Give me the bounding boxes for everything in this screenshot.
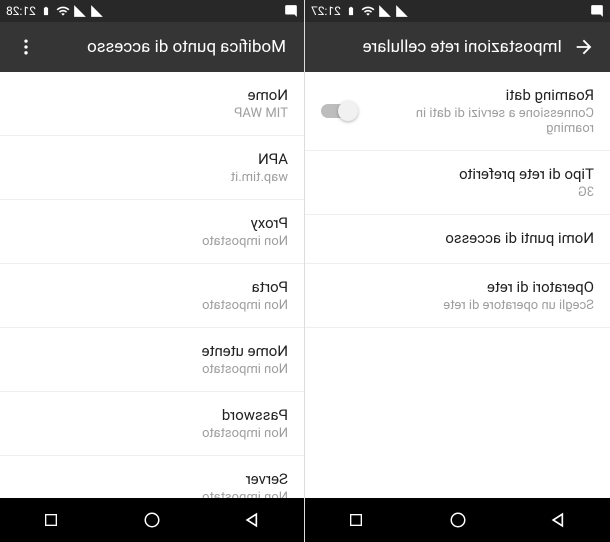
menu-button[interactable] (4, 25, 48, 69)
battery-icon (344, 4, 358, 18)
back-button[interactable] (562, 25, 606, 69)
row-sub: Non impostato (16, 490, 288, 498)
nav-back[interactable] (529, 498, 589, 542)
screen-network-settings: 21:27 Impostazioni rete cellulare Roamin… (305, 0, 610, 542)
roaming-toggle[interactable] (321, 104, 355, 118)
row-label: Nome utente (16, 342, 288, 360)
row-label: APN (16, 150, 288, 168)
row-password[interactable]: Password Non impostato (0, 392, 304, 456)
row-label: Server (16, 470, 288, 488)
nav-recent[interactable] (21, 498, 81, 542)
status-bar: 21:28 (0, 0, 304, 22)
header-title: Modifica punto di accesso (48, 37, 300, 57)
row-sub: Scegli un operatore di rete (321, 298, 594, 313)
row-sub: Non impostato (16, 426, 288, 441)
row-label: Operatori di rete (321, 278, 594, 296)
nav-home[interactable] (122, 498, 182, 542)
header: Impostazioni rete cellulare (305, 22, 610, 72)
wifi-icon (361, 4, 375, 18)
settings-list: Roaming dati Connessione a servizi di da… (305, 72, 610, 498)
battery-icon (39, 4, 53, 18)
row-name[interactable]: Nome TIM WAP (0, 72, 304, 136)
msg-icon (284, 4, 298, 18)
signal-icon-2 (378, 4, 392, 18)
row-operators[interactable]: Operatori di rete Scegli un operatore di… (305, 264, 610, 328)
status-bar: 21:27 (305, 0, 610, 22)
row-label: Nome (16, 86, 288, 104)
row-sub: Connessione a servizi di dati in roaming (367, 106, 594, 136)
status-time: 21:27 (311, 4, 341, 18)
row-label: Porta (16, 278, 288, 296)
header-title: Impostazioni rete cellulare (309, 37, 562, 57)
nav-bar (0, 498, 304, 542)
nav-recent[interactable] (326, 498, 386, 542)
row-label: Roaming dati (367, 86, 594, 104)
row-apn[interactable]: APN wap.tim.it (0, 136, 304, 200)
row-sub: 3G (321, 185, 594, 200)
signal-icon (90, 4, 104, 18)
row-sub: wap.tim.it (16, 170, 288, 185)
row-proxy[interactable]: Proxy Non impostato (0, 200, 304, 264)
nav-bar (305, 498, 610, 542)
row-label: Proxy (16, 214, 288, 232)
nav-back[interactable] (223, 498, 283, 542)
row-label: Nomi punti di accesso (321, 229, 594, 247)
signal-icon (395, 4, 409, 18)
row-network-type[interactable]: Tipo di rete preferito 3G (305, 151, 610, 215)
header: Modifica punto di accesso (0, 22, 304, 72)
row-roaming[interactable]: Roaming dati Connessione a servizi di da… (305, 72, 610, 151)
row-apn[interactable]: Nomi punti di accesso (305, 215, 610, 264)
row-username[interactable]: Nome utente Non impostato (0, 328, 304, 392)
row-label: Password (16, 406, 288, 424)
row-sub: Non impostato (16, 234, 288, 249)
row-server[interactable]: Server Non impostato (0, 456, 304, 498)
apn-list: Nome TIM WAP APN wap.tim.it Proxy Non im… (0, 72, 304, 498)
row-sub: TIM WAP (16, 106, 288, 121)
screen-apn-edit: 21:28 Modifica punto di accesso Nome TIM… (0, 0, 305, 542)
nav-home[interactable] (428, 498, 488, 542)
row-label: Tipo di rete preferito (321, 165, 594, 183)
msg-icon (590, 4, 604, 18)
status-time: 21:28 (6, 4, 36, 18)
row-sub: Non impostato (16, 362, 288, 377)
row-sub: Non impostato (16, 298, 288, 313)
wifi-icon (56, 4, 70, 18)
row-port[interactable]: Porta Non impostato (0, 264, 304, 328)
signal-icon-2 (73, 4, 87, 18)
